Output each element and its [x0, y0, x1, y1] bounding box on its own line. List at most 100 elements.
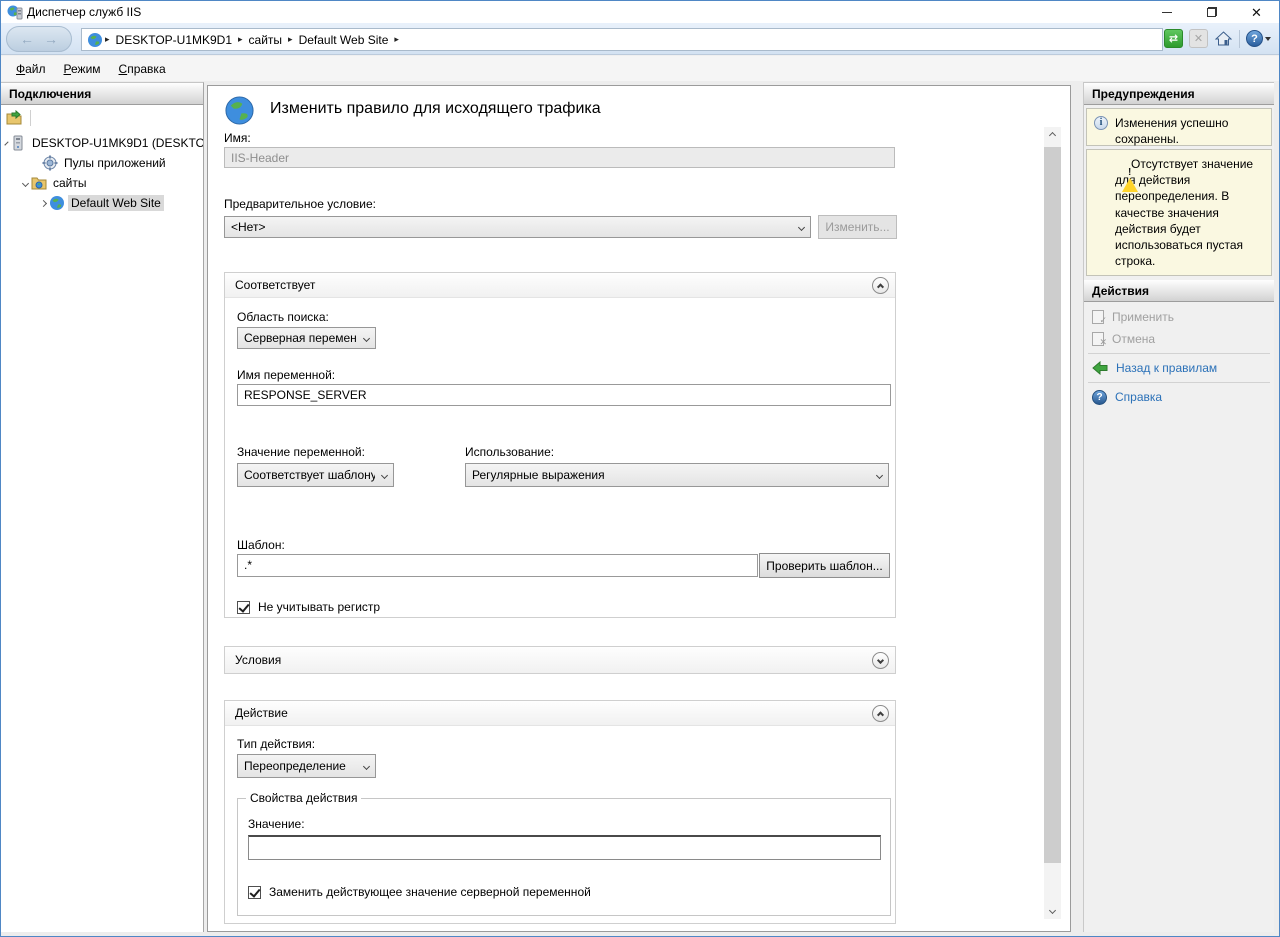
- breadcrumb[interactable]: ▸ DESKTOP-U1MK9D1 ▸ сайты ▸ Default Web …: [81, 28, 1163, 51]
- scroll-down-button[interactable]: [1044, 902, 1061, 919]
- site-globe-icon: [49, 195, 65, 211]
- app-pools-icon: [42, 155, 58, 171]
- pattern-label: Шаблон:: [237, 538, 285, 552]
- value-input[interactable]: [248, 835, 881, 860]
- variable-name-input[interactable]: RESPONSE_SERVER: [237, 384, 891, 406]
- scroll-up-button[interactable]: [1044, 127, 1061, 144]
- help-menu-button[interactable]: ?: [1246, 30, 1271, 47]
- chevron-down-icon: [877, 656, 884, 663]
- page-globe-icon: [224, 95, 255, 126]
- address-bar: ← → ▸ DESKTOP-U1MK9D1 ▸ сайты ▸ Default …: [1, 23, 1279, 55]
- name-input: IIS-Header: [224, 147, 895, 168]
- sites-folder-icon: [31, 175, 47, 191]
- apply-label: Применить: [1112, 310, 1174, 324]
- chevron-down-icon: [1265, 37, 1271, 41]
- crumb-arrow-icon: ▸: [394, 34, 399, 45]
- precondition-select[interactable]: <Нет>: [224, 216, 811, 238]
- info-alert-text: Изменения успешно сохранены.: [1115, 116, 1228, 146]
- breadcrumb-server[interactable]: DESKTOP-U1MK9D1: [116, 33, 232, 47]
- chevron-up-icon: [877, 711, 884, 718]
- back-to-rules-label: Назад к правилам: [1116, 361, 1217, 375]
- stop-button[interactable]: ✕: [1189, 29, 1208, 48]
- breadcrumb-default-web-site[interactable]: Default Web Site: [299, 33, 389, 47]
- variable-name-label: Имя переменной:: [237, 368, 335, 382]
- action-properties-group: Свойства действия Значение: Заменить дей…: [237, 798, 891, 916]
- variable-value-label: Значение переменной:: [237, 445, 365, 459]
- stop-icon: ✕: [1194, 32, 1203, 45]
- close-button[interactable]: ✕: [1234, 1, 1279, 23]
- edit-button[interactable]: Изменить...: [818, 215, 897, 239]
- name-label: Имя:: [224, 131, 251, 145]
- actions-header: Действия: [1084, 280, 1274, 302]
- collapse-section-button[interactable]: [872, 277, 889, 294]
- chevron-down-icon: [375, 473, 393, 478]
- expand-section-button[interactable]: [872, 652, 889, 669]
- match-section-title: Соответствует: [235, 278, 315, 292]
- back-button[interactable]: ←: [20, 32, 34, 46]
- navigation-cloud: ← →: [6, 26, 72, 52]
- ignore-case-label: Не учитывать регистр: [258, 600, 380, 614]
- restore-button[interactable]: [1189, 1, 1234, 23]
- connections-tree: DESKTOP-U1MK9D1 (DESKTOP Пулы приложений…: [1, 131, 203, 213]
- menu-help[interactable]: Справка: [110, 59, 175, 79]
- window-title: Диспетчер служб IIS: [27, 5, 141, 19]
- tree-item-sites[interactable]: сайты: [1, 173, 203, 193]
- actions-list: Применить Отмена Назад к правилам ? Спра…: [1084, 302, 1274, 412]
- scope-select[interactable]: Серверная переменн: [237, 327, 376, 349]
- chevron-up-icon: [1049, 132, 1056, 139]
- cancel-action[interactable]: Отмена: [1084, 328, 1274, 350]
- connections-panel: Подключения DESKTOP-U1MK9D1 (DESKTOP: [1, 82, 204, 932]
- forward-button[interactable]: →: [44, 32, 58, 46]
- info-alert: i Изменения успешно сохранены.: [1086, 108, 1272, 146]
- tree-item-label: Default Web Site: [68, 195, 164, 211]
- create-connection-icon[interactable]: [6, 110, 24, 126]
- pattern-input[interactable]: .*: [237, 554, 758, 577]
- action-type-label: Тип действия:: [237, 737, 315, 751]
- help-icon: ?: [1246, 30, 1263, 47]
- match-section: Соответствует Область поиска: Серверная …: [224, 272, 896, 618]
- alerts-header: Предупреждения: [1084, 83, 1274, 105]
- expander-icon[interactable]: [40, 199, 47, 206]
- warning-alert: Отсутствует значение для действия переоп…: [1086, 149, 1272, 276]
- menu-file[interactable]: Файл: [7, 59, 55, 79]
- minimize-icon: [1162, 12, 1172, 13]
- refresh-icon: ⇄: [1169, 32, 1178, 45]
- home-button[interactable]: [1214, 29, 1233, 48]
- value-label: Значение:: [248, 817, 305, 831]
- apply-action[interactable]: Применить: [1084, 306, 1274, 328]
- tree-item-default-web-site[interactable]: Default Web Site: [1, 193, 203, 213]
- restore-icon: [1207, 7, 1217, 17]
- connections-header: Подключения: [1, 83, 203, 105]
- collapse-section-button[interactable]: [872, 705, 889, 722]
- refresh-button[interactable]: ⇄: [1164, 29, 1183, 48]
- expander-icon[interactable]: [22, 179, 29, 186]
- ignore-case-checkbox[interactable]: [237, 601, 250, 614]
- scope-value: Серверная переменн: [238, 331, 357, 345]
- replace-value-checkbox[interactable]: [248, 886, 261, 899]
- variable-value-value: Соответствует шаблону: [238, 468, 375, 482]
- warning-icon: [1122, 164, 1138, 192]
- scrollbar-thumb[interactable]: [1044, 147, 1061, 863]
- content-scrollbar[interactable]: [1044, 127, 1061, 919]
- cancel-label: Отмена: [1112, 332, 1155, 346]
- menu-bar: Файл Режим Справка: [1, 56, 1279, 81]
- using-select[interactable]: Регулярные выражения: [465, 463, 889, 487]
- chevron-down-icon: [792, 225, 810, 230]
- expander-icon[interactable]: [4, 141, 8, 145]
- crumb-arrow-icon: ▸: [238, 34, 243, 45]
- chevron-up-icon: [877, 283, 884, 290]
- menu-view[interactable]: Режим: [55, 59, 110, 79]
- actions-separator: [1088, 353, 1270, 354]
- back-to-rules-action[interactable]: Назад к правилам: [1084, 357, 1274, 379]
- tree-item-server[interactable]: DESKTOP-U1MK9D1 (DESKTOP: [1, 133, 203, 153]
- variable-value-select[interactable]: Соответствует шаблону: [237, 463, 394, 487]
- minimize-button[interactable]: [1144, 1, 1189, 23]
- help-action[interactable]: ? Справка: [1084, 386, 1274, 408]
- tree-item-app-pools[interactable]: Пулы приложений: [1, 153, 203, 173]
- action-section-title: Действие: [235, 706, 288, 720]
- action-type-select[interactable]: Переопределение: [237, 754, 376, 778]
- test-pattern-button[interactable]: Проверить шаблон...: [759, 553, 890, 578]
- connections-toolbar: [1, 105, 203, 131]
- breadcrumb-sites[interactable]: сайты: [249, 33, 283, 47]
- close-icon: ✕: [1251, 6, 1262, 19]
